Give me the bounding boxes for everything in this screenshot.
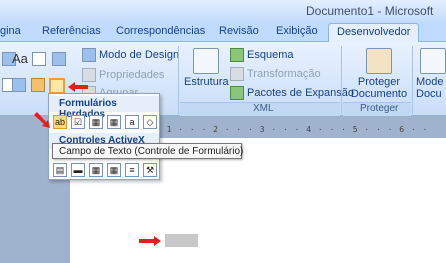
arrow-icon bbox=[139, 236, 161, 246]
date-picker-icon[interactable] bbox=[31, 78, 45, 92]
protect-group-label: Proteger bbox=[360, 103, 399, 114]
title-bar: Documento1 - Microsoft bbox=[0, 0, 446, 22]
picture-control-icon[interactable] bbox=[32, 52, 46, 66]
ribbon-separator bbox=[412, 46, 413, 114]
tab-pagina[interactable]: gina bbox=[0, 25, 21, 37]
reset-fields-icon[interactable]: ◇ bbox=[143, 115, 157, 129]
expansion-packs-button[interactable]: Pacotes de Expansão bbox=[230, 86, 354, 100]
properties-label: Propriedades bbox=[99, 69, 165, 81]
activex-scrollbar-icon[interactable]: ▬ bbox=[71, 163, 85, 177]
arrow-icon bbox=[68, 82, 88, 92]
design-mode-label: Modo de Design bbox=[99, 49, 180, 61]
tab-exibicao[interactable]: Exibição bbox=[276, 25, 318, 37]
legacy-forms-row: ab ☑ ▦ ▦ a ◇ bbox=[53, 115, 157, 129]
activex-spin-icon[interactable]: ▦ bbox=[107, 163, 121, 177]
xml-group-label: XML bbox=[253, 103, 274, 114]
tab-desenvolvedor[interactable]: Desenvolvedor bbox=[328, 23, 420, 43]
tooltip: Campo de Texto (Controle de Formulário) bbox=[52, 143, 243, 159]
structure-button[interactable]: Estrutura bbox=[184, 48, 229, 88]
structure-icon bbox=[193, 48, 219, 74]
activex-row: ▤ ▬ ▦ ▦ ≡ ⚒ bbox=[53, 163, 157, 177]
tab-revisao[interactable]: Revisão bbox=[219, 25, 259, 37]
protect-label-1: Proteger bbox=[357, 76, 401, 88]
insert-frame-icon[interactable]: ▦ bbox=[107, 115, 121, 129]
text-control-icon[interactable]: Aa bbox=[12, 51, 28, 66]
window-title: Documento1 - Microsoft bbox=[306, 4, 434, 18]
tab-correspondencias[interactable]: Correspondências bbox=[116, 25, 205, 37]
schema-button[interactable]: Esquema bbox=[230, 48, 293, 62]
template-button[interactable]: Mode Docu bbox=[416, 48, 446, 100]
dropdown-list-icon[interactable] bbox=[12, 78, 26, 92]
schema-label: Esquema bbox=[247, 49, 294, 61]
properties-button[interactable]: Propriedades bbox=[82, 68, 164, 82]
legacy-tools-icon[interactable] bbox=[49, 78, 65, 94]
template-label-1: Mode bbox=[416, 76, 444, 88]
template-label-2: Docu bbox=[416, 88, 442, 100]
text-form-field[interactable] bbox=[165, 234, 198, 247]
checkbox-icon[interactable]: ☑ bbox=[71, 115, 85, 129]
field-shading-icon[interactable]: a bbox=[125, 115, 139, 129]
arrow-icon bbox=[34, 112, 50, 128]
legacy-controls-dropdown: Formulários Herdados ab ☑ ▦ ▦ a ◇ Contro… bbox=[48, 93, 160, 180]
properties-icon bbox=[82, 68, 96, 82]
design-mode-icon bbox=[82, 48, 96, 62]
legacy-forms-heading: Formulários Herdados bbox=[49, 96, 159, 120]
activex-textbox-icon[interactable]: ▤ bbox=[53, 163, 67, 177]
expansion-packs-label: Pacotes de Expansão bbox=[247, 87, 355, 99]
activex-image-icon[interactable]: ▦ bbox=[89, 163, 103, 177]
dropdown-field-icon[interactable]: ▦ bbox=[89, 115, 103, 129]
text-field-icon[interactable]: ab bbox=[53, 115, 67, 129]
ribbon-separator bbox=[341, 46, 342, 114]
transformation-button[interactable]: Transformação bbox=[230, 67, 321, 81]
schema-icon bbox=[230, 48, 244, 62]
transformation-icon bbox=[230, 67, 244, 81]
transformation-label: Transformação bbox=[247, 68, 321, 80]
ribbon-separator bbox=[178, 46, 179, 114]
structure-label: Estrutura bbox=[184, 76, 229, 88]
document-template-icon bbox=[420, 48, 446, 74]
lock-icon bbox=[366, 48, 392, 74]
building-block-icon[interactable] bbox=[52, 52, 66, 66]
tab-referencias[interactable]: Referências bbox=[42, 25, 101, 37]
more-controls-icon[interactable]: ⚒ bbox=[143, 163, 157, 177]
ruler: · 1 · · · 2 · · · 3 · · · 4 · · · 5 · · … bbox=[155, 125, 429, 134]
activex-list-icon[interactable]: ≡ bbox=[125, 163, 139, 177]
ribbon-tabs: gina Referências Correspondências Revisã… bbox=[0, 22, 446, 43]
expansion-packs-icon bbox=[230, 86, 244, 100]
design-mode-button[interactable]: Modo de Design bbox=[82, 48, 179, 62]
